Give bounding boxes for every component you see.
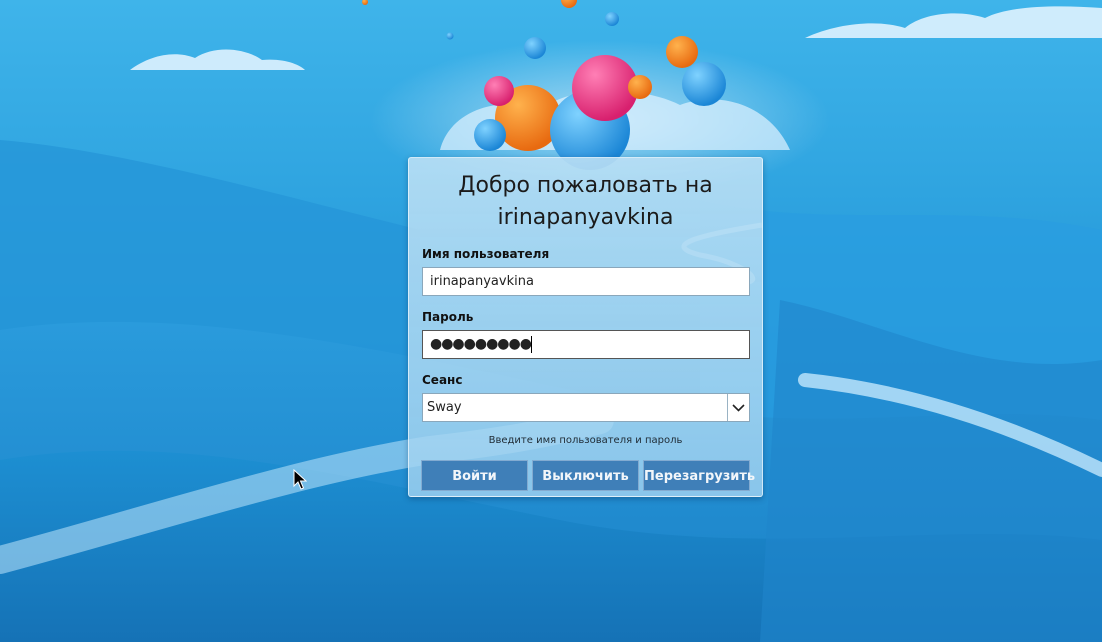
mouse-pointer-icon bbox=[293, 469, 307, 490]
session-value: Sway bbox=[427, 400, 462, 415]
password-field[interactable]: ●●●●●●●●● bbox=[422, 330, 750, 359]
login-button[interactable]: Войти bbox=[421, 460, 528, 491]
welcome-title: Добро пожаловать на irinapanyavkina bbox=[409, 170, 762, 234]
password-label: Пароль bbox=[422, 310, 474, 324]
text-caret bbox=[530, 336, 532, 353]
username-field[interactable]: irinapanyavkina bbox=[422, 267, 750, 296]
chevron-down-icon[interactable] bbox=[727, 394, 749, 421]
password-mask: ●●●●●●●●● bbox=[430, 336, 532, 352]
reboot-button[interactable]: Перезагрузить bbox=[643, 460, 755, 491]
shutdown-button[interactable]: Выключить bbox=[532, 460, 639, 491]
session-label: Сеанс bbox=[422, 373, 463, 387]
login-panel: Добро пожаловать на irinapanyavkina Имя … bbox=[408, 157, 763, 497]
username-value: irinapanyavkina bbox=[430, 274, 534, 289]
session-select[interactable]: Sway bbox=[422, 393, 750, 422]
welcome-title-line1: Добро пожаловать на bbox=[458, 173, 713, 198]
welcome-title-hostname: irinapanyavkina bbox=[497, 205, 674, 230]
username-label: Имя пользователя bbox=[422, 247, 550, 261]
status-hint: Введите имя пользователя и пароль bbox=[488, 435, 683, 446]
